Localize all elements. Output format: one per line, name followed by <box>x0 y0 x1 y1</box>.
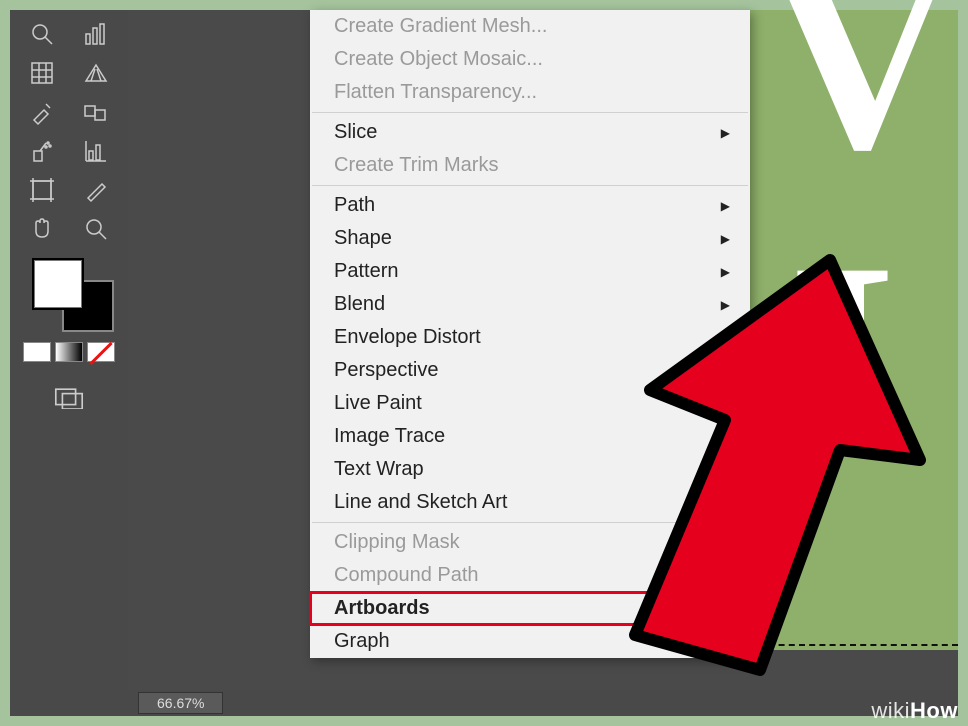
submenu-arrow-icon: ▶ <box>721 265 730 279</box>
none-color-mode[interactable] <box>87 342 115 362</box>
wikihow-watermark: wikiHow <box>871 698 958 724</box>
submenu-arrow-icon: ▶ <box>721 536 730 550</box>
submenu-arrow-icon: ▶ <box>721 126 730 140</box>
watermark-prefix: wiki <box>871 698 910 723</box>
menu-item-shape[interactable]: Shape ▶ <box>310 222 750 255</box>
status-bar: 66.67% <box>128 690 958 716</box>
submenu-arrow-icon: ▶ <box>721 397 730 411</box>
menu-item-label: Blend <box>334 293 385 316</box>
menu-item-compound-path: Compound Path ▶ <box>310 559 750 592</box>
menu-item-label: Image Trace <box>334 425 445 448</box>
submenu-arrow-icon: ▶ <box>721 463 730 477</box>
menu-item-image-trace[interactable]: Image Trace ▶ <box>310 420 750 453</box>
color-swatches[interactable] <box>24 258 114 328</box>
menu-item-create-gradient-mesh: Create Gradient Mesh... <box>310 10 750 43</box>
menu-item-perspective[interactable]: Perspective ▶ <box>310 354 750 387</box>
fill-color[interactable] <box>32 258 84 310</box>
menu-item-label: Line and Sketch Art <box>334 491 507 514</box>
app-frame: V I C 66.67% Create Gradient Mesh...Crea… <box>10 10 958 716</box>
menu-item-create-object-mosaic: Create Object Mosaic... <box>310 43 750 76</box>
solid-color-mode[interactable] <box>23 342 51 362</box>
submenu-arrow-icon: ▶ <box>721 232 730 246</box>
submenu-arrow-icon: ▶ <box>721 364 730 378</box>
menu-item-blend[interactable]: Blend ▶ <box>310 288 750 321</box>
submenu-arrow-icon: ▶ <box>721 430 730 444</box>
graph-tool[interactable] <box>71 16 121 51</box>
menu-item-label: Create Object Mosaic... <box>334 48 543 71</box>
menu-separator <box>312 185 748 186</box>
menu-item-slice[interactable]: Slice ▶ <box>310 116 750 149</box>
menu-item-label: Graph <box>334 630 390 653</box>
screen-mode-button[interactable] <box>49 384 89 412</box>
menu-item-label: Slice <box>334 121 377 144</box>
menu-item-label: Shape <box>334 227 392 250</box>
zoom-tool[interactable] <box>17 16 67 51</box>
column-graph-tool[interactable] <box>71 133 121 168</box>
blend-tool[interactable] <box>71 94 121 129</box>
slice-tool[interactable] <box>71 172 121 207</box>
artboard-tool[interactable] <box>17 172 67 207</box>
submenu-arrow-icon: ▶ <box>721 331 730 345</box>
magnify-tool[interactable] <box>71 211 121 246</box>
color-mode-row <box>23 342 115 362</box>
menu-item-line-and-sketch-art[interactable]: Line and Sketch Art ▶ <box>310 486 750 519</box>
perspective-grid-tool[interactable] <box>71 55 121 90</box>
symbol-sprayer-tool[interactable] <box>17 133 67 168</box>
gradient-mode[interactable] <box>55 342 83 362</box>
submenu-arrow-icon: ▶ <box>721 496 730 510</box>
artboard-baseline <box>748 644 958 646</box>
menu-item-label: Flatten Transparency... <box>334 81 537 104</box>
menu-item-label: Text Wrap <box>334 458 424 481</box>
object-menu[interactable]: Create Gradient Mesh... Create Object Mos… <box>310 10 750 658</box>
canvas-text-v: V <box>768 0 956 190</box>
menu-item-artboards[interactable]: Artboards ▶ <box>310 592 750 625</box>
submenu-arrow-icon: ▶ <box>721 569 730 583</box>
menu-item-label: Live Paint <box>334 392 422 415</box>
tool-dock <box>10 10 128 716</box>
menu-item-create-trim-marks: Create Trim Marks <box>310 149 750 182</box>
menu-item-graph[interactable]: Graph ▶ <box>310 625 750 658</box>
menu-item-label: Artboards <box>334 597 430 620</box>
submenu-arrow-icon: ▶ <box>721 298 730 312</box>
mesh-tool[interactable] <box>17 55 67 90</box>
menu-item-text-wrap[interactable]: Text Wrap ▶ <box>310 453 750 486</box>
menu-item-label: Create Gradient Mesh... <box>334 15 547 38</box>
hand-tool[interactable] <box>17 211 67 246</box>
menu-item-label: Path <box>334 194 375 217</box>
menu-item-label: Envelope Distort <box>334 326 481 349</box>
zoom-level[interactable]: 66.67% <box>138 692 223 714</box>
menu-item-pattern[interactable]: Pattern ▶ <box>310 255 750 288</box>
submenu-arrow-icon: ▶ <box>721 635 730 649</box>
menu-item-clipping-mask: Clipping Mask ▶ <box>310 526 750 559</box>
eyedropper-tool[interactable] <box>17 94 67 129</box>
menu-item-live-paint[interactable]: Live Paint ▶ <box>310 387 750 420</box>
menu-item-label: Clipping Mask <box>334 531 460 554</box>
menu-separator <box>312 112 748 113</box>
watermark-suffix: How <box>910 698 958 723</box>
menu-item-label: Pattern <box>334 260 398 283</box>
menu-item-envelope-distort[interactable]: Envelope Distort ▶ <box>310 321 750 354</box>
menu-item-label: Create Trim Marks <box>334 154 498 177</box>
canvas-text-i: I <box>788 220 897 500</box>
menu-item-path[interactable]: Path ▶ <box>310 189 750 222</box>
canvas-text-c: C <box>962 220 968 500</box>
menu-item-label: Perspective <box>334 359 439 382</box>
menu-item-flatten-transparency: Flatten Transparency... <box>310 76 750 109</box>
submenu-arrow-icon: ▶ <box>721 602 730 616</box>
submenu-arrow-icon: ▶ <box>721 199 730 213</box>
menu-separator <box>312 522 748 523</box>
menu-item-label: Compound Path <box>334 564 479 587</box>
